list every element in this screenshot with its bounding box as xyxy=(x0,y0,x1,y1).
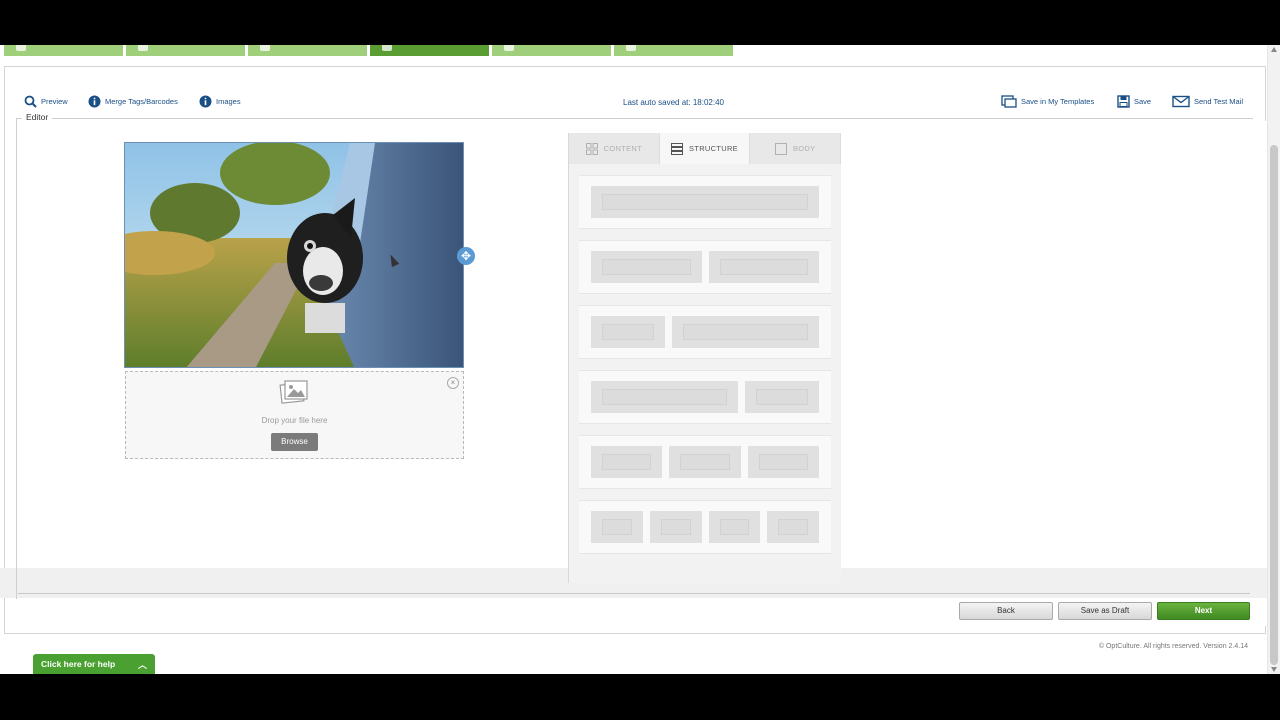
browse-button[interactable]: Browse xyxy=(271,433,318,451)
square-icon xyxy=(774,142,787,155)
send-test-mail-label: Send Test Mail xyxy=(1194,97,1244,106)
structure-column xyxy=(591,251,702,283)
structure-column xyxy=(591,186,819,218)
merge-tags-button[interactable]: Merge Tags/Barcodes xyxy=(88,95,178,108)
save-button[interactable]: Save xyxy=(1117,95,1151,108)
tab-structure[interactable]: STRUCTURE xyxy=(659,133,751,164)
dog-photo xyxy=(125,143,463,367)
structure-column xyxy=(669,446,741,478)
wizard-step-3[interactable] xyxy=(248,45,367,56)
preview-button[interactable]: Preview xyxy=(24,95,68,108)
save-as-draft-button[interactable]: Save as Draft xyxy=(1058,602,1152,620)
structure-list xyxy=(579,175,831,565)
back-button[interactable]: Back xyxy=(959,602,1053,620)
save-in-templates-label: Save in My Templates xyxy=(1021,97,1095,106)
structure-row-2[interactable] xyxy=(579,240,831,294)
structure-column xyxy=(591,511,643,543)
structure-row-1[interactable] xyxy=(579,175,831,229)
tab-body-label: BODY xyxy=(792,144,816,153)
scroll-thumb[interactable] xyxy=(1270,145,1278,665)
images-button[interactable]: Images xyxy=(199,95,241,108)
send-test-mail-button[interactable]: Send Test Mail xyxy=(1172,95,1243,108)
structure-row-6[interactable] xyxy=(579,500,831,554)
structure-row-5[interactable] xyxy=(579,435,831,489)
rows-icon xyxy=(671,142,684,155)
dog-photo-block[interactable] xyxy=(124,142,464,368)
structure-column xyxy=(649,511,702,543)
tab-content-label: CONTENT xyxy=(603,144,643,153)
editor-legend: Editor xyxy=(22,112,53,122)
structure-column xyxy=(708,251,819,283)
vertical-scrollbar[interactable] xyxy=(1267,45,1280,674)
help-label: Click here for help xyxy=(41,659,116,669)
structure-row-columns xyxy=(591,381,819,413)
structure-column xyxy=(671,316,819,348)
merge-tags-label: Merge Tags/Barcodes xyxy=(105,97,178,106)
move-handle-icon[interactable]: ✥ xyxy=(457,247,475,265)
structure-panel: CONTENT STRUCTURE BODY xyxy=(568,133,842,583)
structure-column xyxy=(591,316,665,348)
structure-column xyxy=(747,446,819,478)
step-icon xyxy=(382,45,392,51)
structure-row-columns xyxy=(591,446,819,478)
structure-row-columns xyxy=(591,251,819,283)
autosave-status: Last auto saved at: 18:02:40 xyxy=(623,98,724,107)
wizard-step-6[interactable] xyxy=(614,45,733,56)
structure-row-3[interactable] xyxy=(579,305,831,359)
info-icon xyxy=(88,95,101,108)
app-page: Preview Merge Tags/Barcodes Images Last … xyxy=(0,45,1280,674)
step-icon xyxy=(138,45,148,51)
images-label: Images xyxy=(216,97,241,106)
scroll-down-icon[interactable] xyxy=(1271,667,1277,672)
image-dropzone[interactable]: × Drop your file here Browse xyxy=(125,371,464,459)
structure-column xyxy=(708,511,761,543)
dropzone-text: Drop your file here xyxy=(261,416,328,425)
wizard-step-4-active[interactable] xyxy=(370,45,489,56)
close-icon[interactable]: × xyxy=(447,377,459,389)
footer-actions: Back Save as Draft Next xyxy=(959,602,1250,620)
structure-row-columns xyxy=(591,316,819,348)
step-icon xyxy=(16,45,26,51)
panel-tabs: CONTENT STRUCTURE BODY xyxy=(569,133,842,164)
structure-column xyxy=(591,381,739,413)
preview-label: Preview xyxy=(41,97,68,106)
footer-divider xyxy=(18,593,1250,594)
wizard-steps xyxy=(4,45,733,56)
step-icon xyxy=(626,45,636,51)
structure-column xyxy=(591,446,663,478)
info-icon xyxy=(199,95,212,108)
tab-content[interactable]: CONTENT xyxy=(569,133,660,164)
chevron-up-icon: ︿ xyxy=(137,659,147,670)
help-tab[interactable]: Click here for help ︿ xyxy=(33,654,155,674)
tab-structure-label: STRUCTURE xyxy=(689,144,738,153)
structure-column xyxy=(767,511,819,543)
wizard-step-1[interactable] xyxy=(4,45,123,56)
grid-icon xyxy=(585,142,598,155)
structure-row-4[interactable] xyxy=(579,370,831,424)
floppy-disk-icon xyxy=(1117,95,1130,108)
template-icon xyxy=(1001,95,1017,108)
wizard-step-2[interactable] xyxy=(126,45,245,56)
save-in-templates-button[interactable]: Save in My Templates xyxy=(1001,95,1094,108)
step-icon xyxy=(504,45,514,51)
search-icon xyxy=(24,95,37,108)
structure-row-columns xyxy=(591,186,819,218)
image-placeholder-icon xyxy=(279,380,308,404)
save-label: Save xyxy=(1134,97,1152,106)
structure-row-columns xyxy=(591,511,819,543)
step-icon xyxy=(260,45,270,51)
scroll-up-icon[interactable] xyxy=(1271,47,1277,52)
editor-toolbar: Preview Merge Tags/Barcodes Images Last … xyxy=(20,95,1252,111)
next-button[interactable]: Next xyxy=(1157,602,1250,620)
structure-column xyxy=(745,381,819,413)
envelope-icon xyxy=(1172,95,1190,108)
tab-body[interactable]: BODY xyxy=(750,133,842,164)
wizard-step-5[interactable] xyxy=(492,45,611,56)
copyright-text: © OptCulture. All rights reserved. Versi… xyxy=(1098,643,1248,650)
